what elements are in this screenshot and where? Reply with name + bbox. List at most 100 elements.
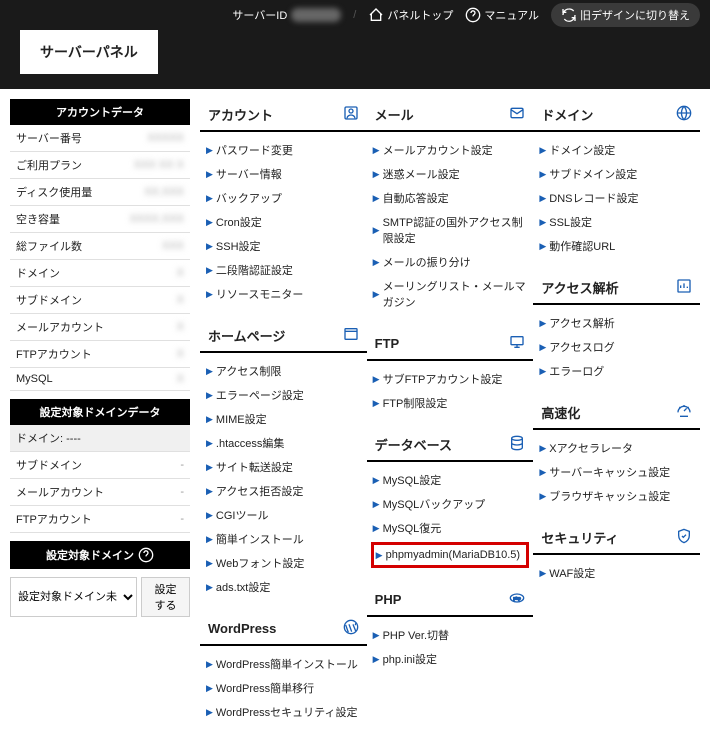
chevron-right-icon: ▶ <box>539 193 546 204</box>
old-design-button[interactable]: 旧デザインに切り替え <box>551 3 700 27</box>
chevron-right-icon: ▶ <box>206 169 213 180</box>
menu-item[interactable]: ▶アクセス拒否設定 <box>204 479 363 503</box>
chevron-right-icon: ▶ <box>206 390 213 401</box>
menu-item[interactable]: ▶アクセス制限 <box>204 359 363 383</box>
menu-item[interactable]: ▶WordPressセキュリティ設定 <box>204 700 363 724</box>
row-value: XXX <box>118 233 190 260</box>
chevron-right-icon: ▶ <box>539 318 546 329</box>
panel-header: セキュリティ <box>533 522 700 555</box>
menu-item[interactable]: ▶パスワード変更 <box>204 138 363 162</box>
chevron-right-icon: ▶ <box>373 193 380 204</box>
chevron-right-icon: ▶ <box>206 659 213 670</box>
domain-data-header: 設定対象ドメインデータ <box>10 399 190 425</box>
target-domain-header: 設定対象ドメイン <box>10 541 190 569</box>
account-row: ディスク使用量XX.XXX <box>10 179 190 206</box>
row-value: - <box>166 506 190 533</box>
menu-item[interactable]: ▶バックアップ <box>204 186 363 210</box>
chevron-right-icon: ▶ <box>206 217 213 228</box>
row-value: XX.XXX <box>118 179 190 206</box>
chevron-right-icon: ▶ <box>206 510 213 521</box>
menu-item[interactable]: ▶簡単インストール <box>204 527 363 551</box>
panel-db: データベース ▶MySQL設定▶MySQLバックアップ▶MySQL復元▶phpmy… <box>367 429 534 584</box>
chevron-right-icon: ▶ <box>373 257 380 268</box>
menu-item[interactable]: ▶動作確認URL <box>537 234 696 258</box>
chevron-right-icon: ▶ <box>539 443 546 454</box>
menu-item[interactable]: ▶ads.txt設定 <box>204 575 363 599</box>
menu-item[interactable]: ▶.htaccess編集 <box>204 431 363 455</box>
menu-item[interactable]: ▶Webフォント設定 <box>204 551 363 575</box>
row-value: X <box>118 341 190 368</box>
account-row: サブドメインX <box>10 287 190 314</box>
chevron-right-icon: ▶ <box>206 289 213 300</box>
menu-item[interactable]: ▶エラーログ <box>537 359 696 383</box>
menu-item[interactable]: ▶Cron設定 <box>204 210 363 234</box>
manual-link[interactable]: マニュアル <box>465 7 539 23</box>
menu-item[interactable]: ▶phpmyadmin(MariaDB10.5) <box>371 542 530 568</box>
menu-item[interactable]: ▶SSH設定 <box>204 234 363 258</box>
menu-item[interactable]: ▶WAF設定 <box>537 561 696 585</box>
db-icon <box>509 435 525 454</box>
row-value: X <box>118 368 190 391</box>
menu-item[interactable]: ▶MySQL設定 <box>371 468 530 492</box>
menu-item[interactable]: ▶MIME設定 <box>204 407 363 431</box>
panel-php: PHPphp ▶PHP Ver.切替▶php.ini設定 <box>367 584 534 685</box>
menu-item[interactable]: ▶サーバーキャッシュ設定 <box>537 460 696 484</box>
menu-item[interactable]: ▶自動応答設定 <box>371 186 530 210</box>
menu-item[interactable]: ▶SMTP認証の国外アクセス制限設定 <box>371 210 530 250</box>
panel-header: データベース <box>367 429 534 462</box>
account-row: ドメインX <box>10 260 190 287</box>
row-value: - <box>166 479 190 506</box>
chevron-right-icon: ▶ <box>206 462 213 473</box>
menu-item[interactable]: ▶WordPress簡単インストール <box>204 652 363 676</box>
menu-item[interactable]: ▶DNSレコード設定 <box>537 186 696 210</box>
row-label: MySQL <box>10 368 118 391</box>
menu-item[interactable]: ▶PHP Ver.切替 <box>371 623 530 647</box>
mail-icon <box>509 105 525 124</box>
chevron-right-icon: ▶ <box>373 398 380 409</box>
chevron-right-icon: ▶ <box>373 523 380 534</box>
chart-icon <box>676 278 692 297</box>
chevron-right-icon: ▶ <box>373 289 380 300</box>
menu-item[interactable]: ▶SSL設定 <box>537 210 696 234</box>
menu-item[interactable]: ▶サイト転送設定 <box>204 455 363 479</box>
user-icon <box>343 105 359 124</box>
menu-item[interactable]: ▶Xアクセラレータ <box>537 436 696 460</box>
menu-item[interactable]: ▶WordPress簡単移行 <box>204 676 363 700</box>
menu-item[interactable]: ▶メーリングリスト・メールマガジン <box>371 274 530 314</box>
chevron-right-icon: ▶ <box>539 217 546 228</box>
menu-item[interactable]: ▶二段階認証設定 <box>204 258 363 282</box>
chevron-right-icon: ▶ <box>206 534 213 545</box>
menu-item[interactable]: ▶サブドメイン設定 <box>537 162 696 186</box>
chevron-right-icon: ▶ <box>539 169 546 180</box>
menu-item[interactable]: ▶CGIツール <box>204 503 363 527</box>
menu-item[interactable]: ▶アクセスログ <box>537 335 696 359</box>
panel-header: アクセス解析 <box>533 272 700 305</box>
menu-item[interactable]: ▶ドメイン設定 <box>537 138 696 162</box>
menu-item[interactable]: ▶FTP制限設定 <box>371 391 530 415</box>
menu-item[interactable]: ▶サーバー情報 <box>204 162 363 186</box>
chevron-right-icon: ▶ <box>373 654 380 665</box>
menu-item[interactable]: ▶ブラウザキャッシュ設定 <box>537 484 696 508</box>
topbar: サーバーID / パネルトップ マニュアル 旧デザインに切り替え <box>0 0 710 30</box>
menu-item[interactable]: ▶メールアカウント設定 <box>371 138 530 162</box>
menu-item[interactable]: ▶エラーページ設定 <box>204 383 363 407</box>
panel-top-link[interactable]: パネルトップ <box>368 7 453 23</box>
menu-item[interactable]: ▶迷惑メール設定 <box>371 162 530 186</box>
account-table: サーバー番号XXXXXご利用プランXXX XX Xディスク使用量XX.XXX空き… <box>10 125 190 391</box>
menu-item[interactable]: ▶メールの振り分け <box>371 250 530 274</box>
sidebar: アカウントデータ サーバー番号XXXXXご利用プランXXX XX Xディスク使用… <box>10 99 190 738</box>
menu-item[interactable]: ▶アクセス解析 <box>537 311 696 335</box>
menu-item[interactable]: ▶リソースモニター <box>204 282 363 306</box>
account-data-header: アカウントデータ <box>10 99 190 125</box>
row-value: XXXXX <box>118 125 190 152</box>
menu-item[interactable]: ▶サブFTPアカウント設定 <box>371 367 530 391</box>
set-domain-button[interactable]: 設定する <box>141 577 190 617</box>
domain-current: ドメイン: ---- <box>10 425 190 452</box>
target-domain-select[interactable]: 設定対象ドメイン未 <box>10 577 137 617</box>
menu-item[interactable]: ▶MySQL復元 <box>371 516 530 540</box>
menu-item[interactable]: ▶MySQLバックアップ <box>371 492 530 516</box>
menu-item[interactable]: ▶php.ini設定 <box>371 647 530 671</box>
home-icon <box>368 7 384 23</box>
panel-header: PHPphp <box>367 584 534 617</box>
shield-icon <box>676 528 692 547</box>
